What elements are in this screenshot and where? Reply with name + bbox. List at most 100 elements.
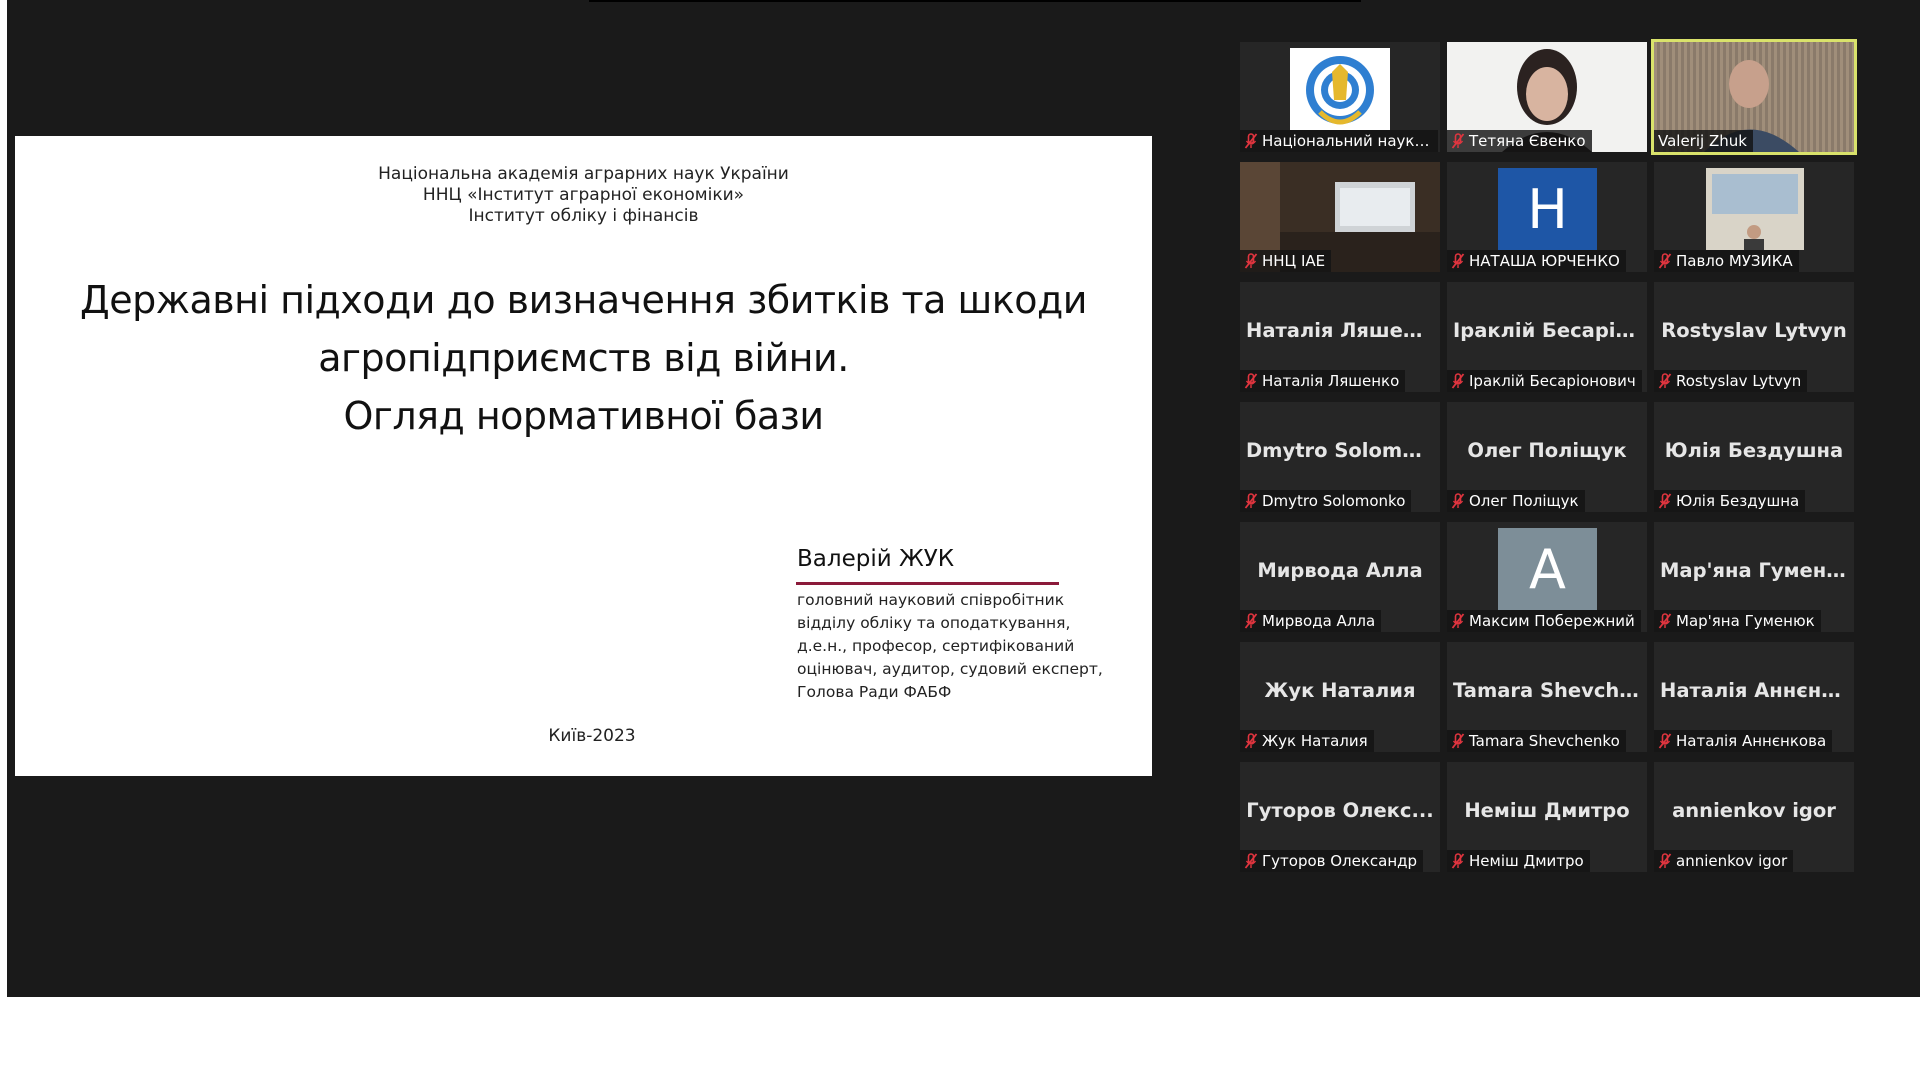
participant-name: Юлія Бездушна bbox=[1676, 492, 1800, 510]
participant-name-label: ННЦ IAE bbox=[1240, 250, 1332, 272]
participant-display-name: Іраклій Бесаріо... bbox=[1453, 319, 1647, 342]
participant-name-label: Жук Наталия bbox=[1240, 730, 1374, 752]
slide-institution-line: ННЦ «Інститут аграрної економіки» bbox=[422, 185, 745, 205]
author-position-line: д.е.н., професор, сертифікований bbox=[797, 637, 1075, 655]
participant-name: Наталія Аннєнкова bbox=[1676, 732, 1827, 750]
participant-name: Tamara Shevchenko bbox=[1469, 732, 1620, 750]
participant-tile[interactable]: Rostyslav Lytvyn Rostyslav Lytvyn bbox=[1654, 282, 1854, 392]
participant-display-name: Гуторов Олекс... bbox=[1246, 799, 1434, 822]
participant-name-label: Valerij Zhuk bbox=[1654, 130, 1753, 152]
shared-screen-slide: Національна академія аграрних наук Украї… bbox=[15, 136, 1152, 776]
participant-name-label: Мирвода Алла bbox=[1240, 610, 1382, 632]
meeting-window: Національна академія аграрних наук Украї… bbox=[7, 0, 1920, 997]
participant-name: Жук Наталия bbox=[1262, 732, 1368, 750]
participant-name: Національний науков... bbox=[1262, 132, 1438, 150]
muted-mic-icon bbox=[1658, 853, 1672, 869]
slide-title-line: агропідприємств від війни. bbox=[318, 336, 849, 380]
participant-tile[interactable]: Наталія Аннєнк... Наталія Аннєнкова bbox=[1654, 642, 1854, 752]
muted-mic-icon bbox=[1244, 253, 1258, 269]
participant-name-label: Dmytro Solomonko bbox=[1240, 490, 1412, 512]
participant-tile[interactable]: ННЦ IAE bbox=[1240, 162, 1440, 272]
participant-avatar: H bbox=[1498, 168, 1597, 250]
muted-mic-icon bbox=[1244, 493, 1258, 509]
participant-name-label: НАТАША ЮРЧЕНКО bbox=[1447, 250, 1626, 272]
participant-name: Dmytro Solomonko bbox=[1262, 492, 1406, 510]
author-position-line: Голова Ради ФАБФ bbox=[797, 683, 952, 701]
slide-institution-line: Національна академія аграрних наук Украї… bbox=[378, 164, 789, 184]
muted-mic-icon bbox=[1451, 493, 1465, 509]
participant-display-name: Мирвода Алла bbox=[1257, 559, 1423, 582]
participant-tile[interactable]: Гуторов Олекс... Гуторов Олександр bbox=[1240, 762, 1440, 872]
participant-name-label: Олег Поліщук bbox=[1447, 490, 1585, 512]
participant-tile[interactable]: Жук Наталия Жук Наталия bbox=[1240, 642, 1440, 752]
participant-display-name: Наталія Аннєнк... bbox=[1660, 679, 1854, 702]
muted-mic-icon bbox=[1658, 373, 1672, 389]
participant-name: Максим Побережний bbox=[1469, 612, 1635, 630]
muted-mic-icon bbox=[1451, 373, 1465, 389]
participant-name-label: Максим Побережний bbox=[1447, 610, 1641, 632]
participant-display-name: Юлія Бездушна bbox=[1664, 439, 1844, 462]
participant-name: Олег Поліщук bbox=[1469, 492, 1579, 510]
participant-tile[interactable]: Олег Поліщук Олег Поліщук bbox=[1447, 402, 1647, 512]
author-position-line: відділу обліку та оподаткування, bbox=[797, 614, 1071, 632]
participant-tile[interactable]: Tamara Shevch... Tamara Shevchenko bbox=[1447, 642, 1647, 752]
author-underline bbox=[796, 582, 1059, 585]
share-indicator-bar bbox=[589, 0, 1361, 2]
participant-name-label: Tamara Shevchenko bbox=[1447, 730, 1626, 752]
participant-display-name: Неміш Дмитро bbox=[1464, 799, 1630, 822]
slide-institution-line: Інститут обліку і фінансів bbox=[468, 206, 699, 226]
muted-mic-icon bbox=[1244, 853, 1258, 869]
participant-tile[interactable]: Іраклій Бесаріо... Іраклій Бесаріонович bbox=[1447, 282, 1647, 392]
participant-name: Тетяна Євенко bbox=[1469, 132, 1586, 150]
participant-name: annienkov igor bbox=[1676, 852, 1788, 870]
participant-name-label: Тетяна Євенко bbox=[1447, 130, 1592, 152]
participant-tile[interactable]: Національний науков... bbox=[1240, 42, 1440, 152]
participant-name: Мирвода Алла bbox=[1262, 612, 1376, 630]
participant-tile[interactable]: Юлія Бездушна Юлія Бездушна bbox=[1654, 402, 1854, 512]
participant-avatar: A bbox=[1498, 528, 1597, 610]
participant-name-label: Наталія Аннєнкова bbox=[1654, 730, 1833, 752]
participant-name: Мар'яна Гуменюк bbox=[1676, 612, 1815, 630]
muted-mic-icon bbox=[1451, 733, 1465, 749]
participant-tile[interactable]: Тетяна Євенко bbox=[1447, 42, 1647, 152]
participant-name: Rostyslav Lytvyn bbox=[1676, 372, 1802, 390]
participant-tile[interactable]: Мар'яна Гумен... Мар'яна Гуменюк bbox=[1654, 522, 1854, 632]
participant-name-label: Юлія Бездушна bbox=[1654, 490, 1806, 512]
participant-name-label: Гуторов Олександр bbox=[1240, 850, 1424, 872]
participant-tile[interactable]: annienkov igor annienkov igor bbox=[1654, 762, 1854, 872]
participant-tile[interactable]: Наталія Ляшенко Наталія Ляшенко bbox=[1240, 282, 1440, 392]
participant-display-name: annienkov igor bbox=[1672, 799, 1836, 822]
participant-name: Наталія Ляшенко bbox=[1262, 372, 1400, 390]
slide-author-name: Валерій ЖУК bbox=[797, 546, 955, 572]
muted-mic-icon bbox=[1244, 373, 1258, 389]
participant-display-name: Tamara Shevch... bbox=[1453, 679, 1642, 702]
participant-tile[interactable]: Неміш Дмитро Неміш Дмитро bbox=[1447, 762, 1647, 872]
participant-display-name: Жук Наталия bbox=[1264, 679, 1416, 702]
participant-tile[interactable]: A Максим Побережний bbox=[1447, 522, 1647, 632]
muted-mic-icon bbox=[1658, 493, 1672, 509]
muted-mic-icon bbox=[1244, 133, 1258, 149]
participant-tile[interactable]: H НАТАША ЮРЧЕНКО bbox=[1447, 162, 1647, 272]
participant-name-label: Наталія Ляшенко bbox=[1240, 370, 1406, 392]
participant-name-label: Rostyslav Lytvyn bbox=[1654, 370, 1808, 392]
slide-title-line: Державні підходи до визначення збитків т… bbox=[80, 278, 1087, 322]
author-position-line: головний науковий співробітник bbox=[797, 591, 1065, 609]
participant-name-label: Мар'яна Гуменюк bbox=[1654, 610, 1821, 632]
participant-name: ННЦ IAE bbox=[1262, 252, 1326, 270]
participant-name: Іраклій Бесаріонович bbox=[1469, 372, 1636, 390]
participant-tile[interactable]: Павло МУЗИКА bbox=[1654, 162, 1854, 272]
muted-mic-icon bbox=[1451, 613, 1465, 629]
muted-mic-icon bbox=[1244, 613, 1258, 629]
participant-name-label: Іраклій Бесаріонович bbox=[1447, 370, 1642, 392]
participant-display-name: Наталія Ляшенко bbox=[1246, 319, 1440, 342]
muted-mic-icon bbox=[1658, 613, 1672, 629]
participant-tile[interactable]: Valerij Zhuk bbox=[1651, 39, 1857, 155]
participant-name-label: Національний науков... bbox=[1240, 130, 1438, 152]
muted-mic-icon bbox=[1451, 133, 1465, 149]
participant-name: НАТАША ЮРЧЕНКО bbox=[1469, 252, 1620, 270]
participant-tile[interactable]: Мирвода Алла Мирвода Алла bbox=[1240, 522, 1440, 632]
muted-mic-icon bbox=[1451, 853, 1465, 869]
participant-tile[interactable]: Dmytro Solomo... Dmytro Solomonko bbox=[1240, 402, 1440, 512]
slide-city-year: Київ-2023 bbox=[548, 726, 636, 746]
author-position-line: оцінювач, аудитор, судовий експерт, bbox=[797, 660, 1103, 678]
